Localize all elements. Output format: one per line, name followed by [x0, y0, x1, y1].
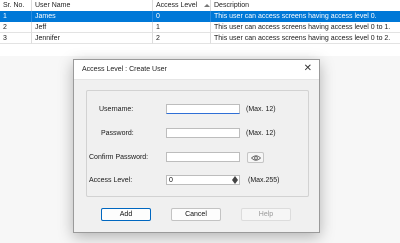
show-password-button[interactable] [247, 152, 264, 163]
username-max-hint: (Max. 12) [246, 106, 276, 113]
cell-description: This user can access screens having acce… [214, 13, 377, 20]
cell-sr-no: 3 [0, 33, 32, 44]
users-grid: Sr. No. User Name Access Level Descripti… [0, 0, 400, 56]
cell-sr-no: 2 [0, 22, 32, 33]
table-row[interactable]: 1 James 0 This user can access screens h… [0, 11, 400, 22]
access-level-max-hint: (Max.255) [248, 177, 280, 184]
column-header-sr-no[interactable]: Sr. No. [0, 0, 32, 11]
table-row[interactable]: 2 Jeff 1 This user can access screens ha… [0, 22, 400, 33]
table-row[interactable]: 3 Jennifer 2 This user can access screen… [0, 33, 400, 44]
column-header-description[interactable]: Description [211, 0, 400, 11]
add-button[interactable]: Add [101, 208, 151, 221]
confirm-password-field[interactable] [166, 152, 240, 162]
cell-user-name: Jennifer [32, 33, 153, 44]
eye-icon [251, 155, 261, 161]
help-button[interactable]: Help [241, 208, 291, 221]
cell-access-level: 1 [153, 22, 211, 33]
cell-description: This user can access screens having acce… [211, 22, 400, 33]
access-level-label: Access Level: [89, 177, 133, 184]
cell-sr-no: 1 [0, 11, 32, 22]
dialog-titlebar[interactable]: Access Level : Create User ✕ [74, 60, 319, 80]
user-details-group: Username: (Max. 12) Password: (Max. 12) … [86, 90, 309, 197]
password-field[interactable] [166, 128, 240, 138]
cell-access-level: 0 [153, 11, 211, 22]
column-header-access-level[interactable]: Access Level [153, 0, 211, 11]
access-level-input[interactable] [166, 175, 240, 185]
username-label: Username: [99, 106, 134, 113]
password-label: Password: [101, 130, 134, 137]
confirm-password-label: Confirm Password: [89, 154, 149, 161]
create-user-dialog: Access Level : Create User ✕ Username: (… [73, 59, 320, 233]
dialog-title: Access Level : Create User [82, 66, 167, 73]
cell-user-name: James [32, 11, 153, 22]
cancel-button[interactable]: Cancel [171, 208, 221, 221]
close-icon[interactable]: ✕ [304, 63, 312, 75]
access-level-stepper[interactable] [166, 175, 240, 185]
cell-access-level: 2 [153, 33, 211, 44]
username-field[interactable] [166, 104, 240, 114]
column-header-access-level-label: Access Level [156, 2, 198, 9]
sort-ascending-icon [204, 4, 210, 7]
caret-down-icon[interactable] [231, 180, 239, 184]
password-max-hint: (Max. 12) [246, 130, 276, 137]
cell-description: This user can access screens having acce… [211, 33, 400, 44]
cell-user-name: Jeff [32, 22, 153, 33]
column-header-user-name[interactable]: User Name [32, 0, 153, 11]
